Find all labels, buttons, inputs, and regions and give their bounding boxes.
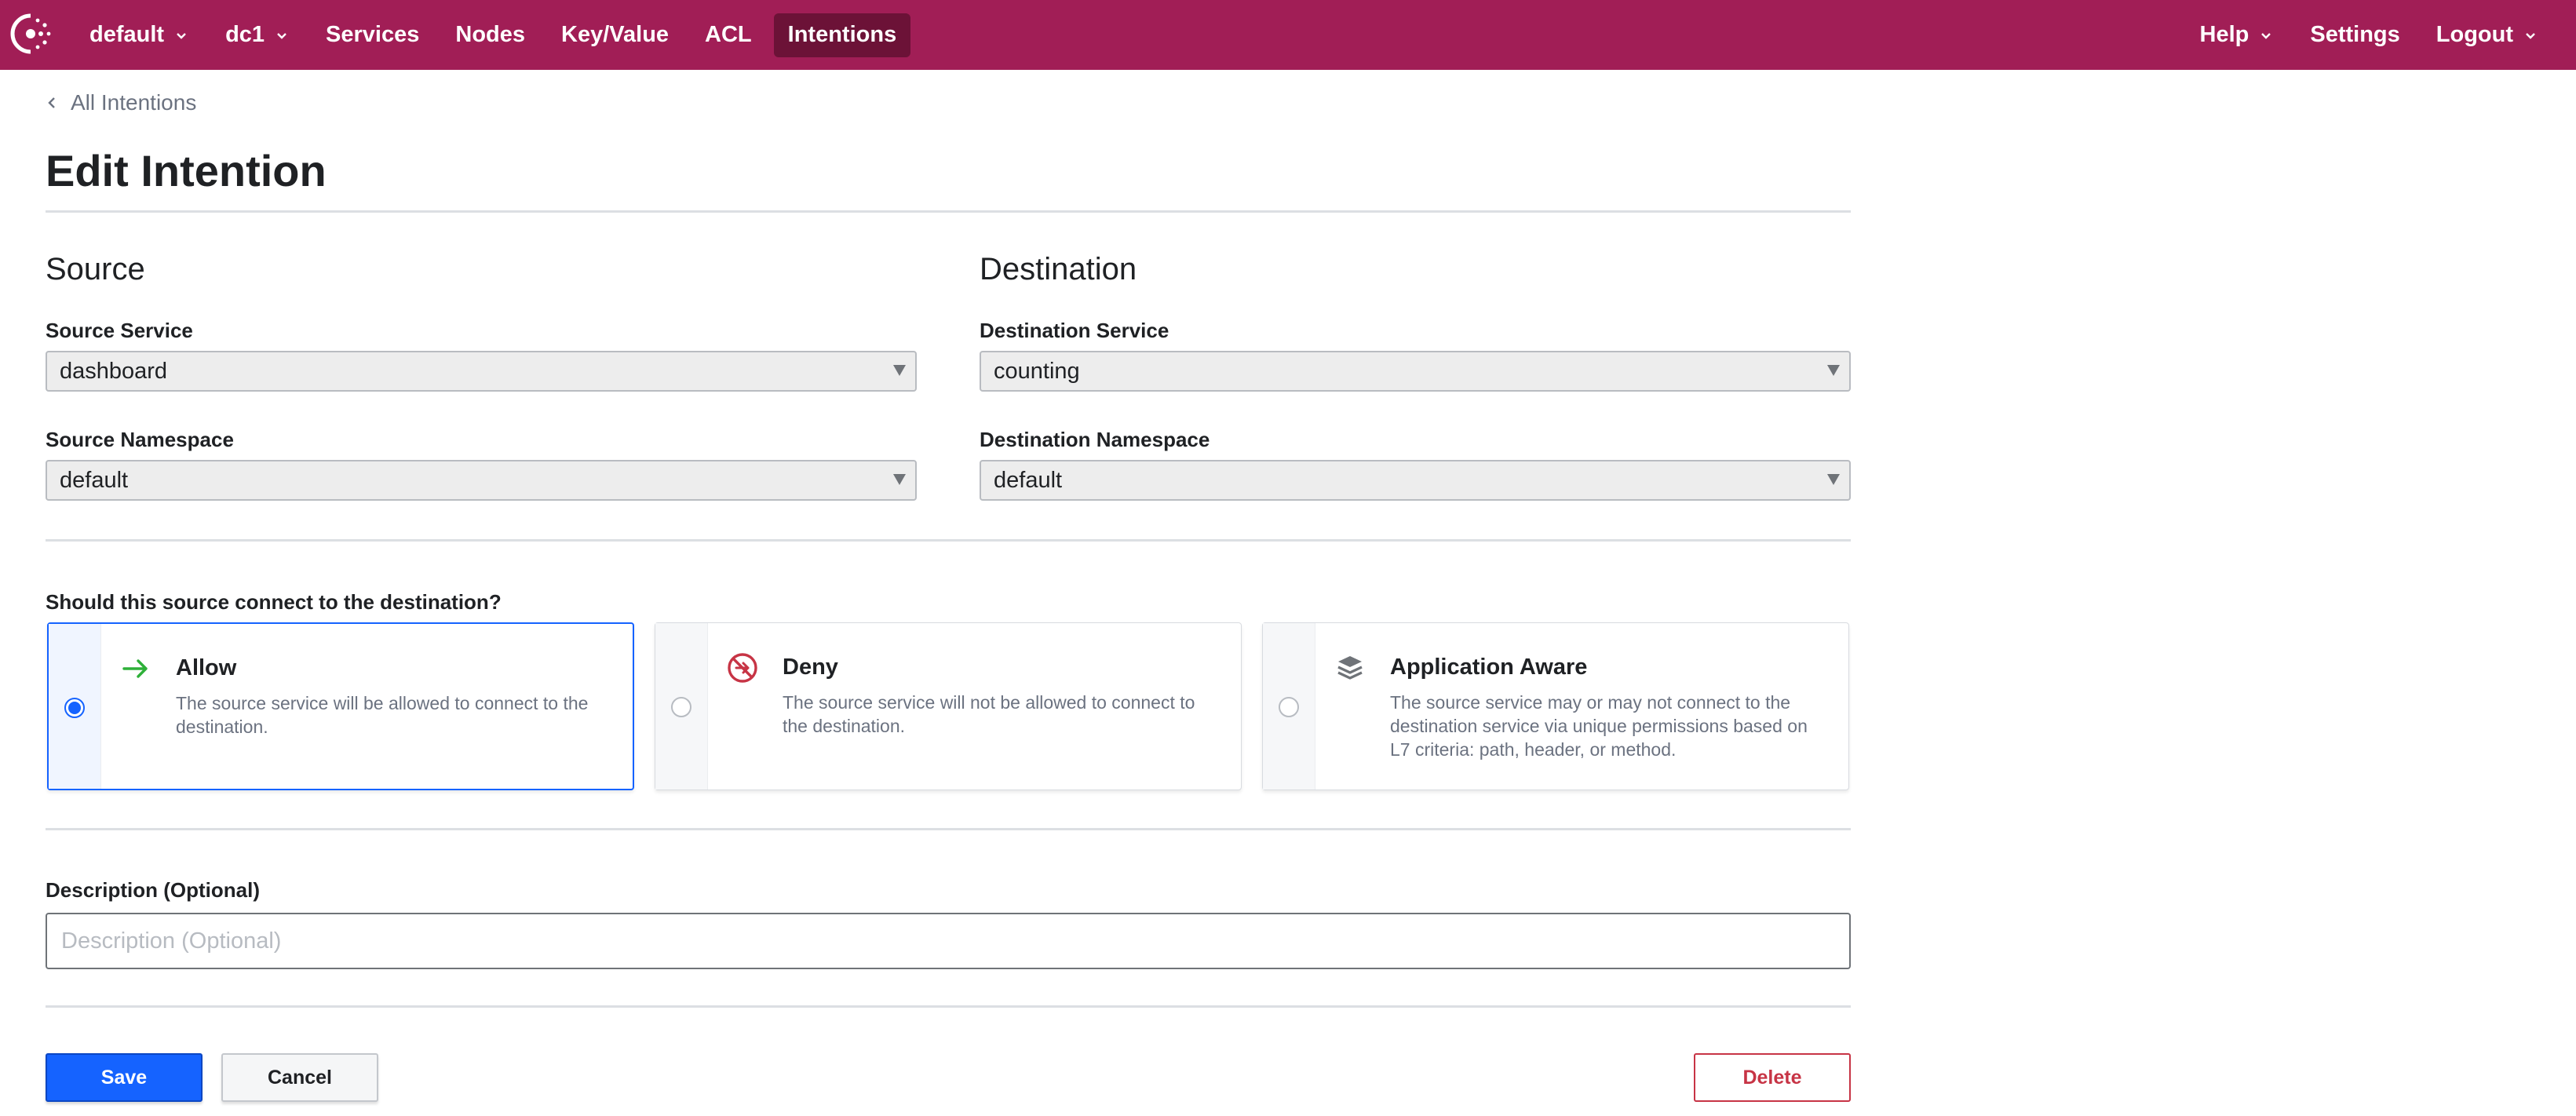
logout-label: Logout: [2436, 22, 2513, 47]
help-dropdown[interactable]: Help: [2186, 13, 2289, 57]
source-service-select[interactable]: dashboard: [46, 351, 917, 392]
chevron-left-icon: [48, 97, 55, 108]
title-divider: [46, 210, 1851, 213]
source-service-value: dashboard: [60, 358, 168, 384]
page-title: Edit Intention: [46, 146, 327, 195]
chevron-down-icon: [2526, 32, 2535, 39]
deny-icon: [728, 653, 757, 683]
application-aware-description: The source service may or may not connec…: [1390, 692, 1808, 760]
delete-button[interactable]: Delete: [1694, 1053, 1851, 1102]
namespace-dropdown[interactable]: default: [75, 13, 203, 57]
breadcrumb-all-intentions[interactable]: All Intentions: [46, 90, 196, 115]
consul-logo-icon[interactable]: [8, 11, 53, 57]
datacenter-label: dc1: [225, 22, 265, 47]
nav-key-value[interactable]: Key/Value: [547, 13, 683, 57]
action-deny-card[interactable]: Deny The source service will not be allo…: [655, 622, 1242, 790]
source-heading: Source: [46, 252, 145, 286]
chevron-down-icon: [2261, 32, 2271, 39]
logout-dropdown[interactable]: Logout: [2422, 13, 2552, 57]
application-aware-title: Application Aware: [1390, 655, 1588, 680]
destination-namespace-select[interactable]: default: [980, 460, 1851, 501]
section-divider: [46, 828, 1851, 830]
nav-intentions[interactable]: Intentions: [773, 13, 911, 57]
nav-settings[interactable]: Settings: [2296, 13, 2414, 57]
nav-services[interactable]: Services: [312, 13, 433, 57]
nav-nodes[interactable]: Nodes: [441, 13, 539, 57]
destination-service-label: Destination Service: [980, 319, 1169, 342]
section-divider: [46, 1005, 1851, 1008]
layers-icon: [1337, 656, 1363, 680]
description-input[interactable]: [46, 913, 1851, 969]
namespace-label: default: [89, 22, 165, 47]
chevron-down-icon: [277, 32, 286, 39]
source-namespace-value: default: [60, 467, 129, 493]
dropdown-arrow-icon: [1827, 365, 1840, 376]
dropdown-arrow-icon: [1827, 474, 1840, 485]
destination-namespace-label: Destination Namespace: [980, 428, 1210, 451]
datacenter-dropdown[interactable]: dc1: [211, 13, 304, 57]
application-aware-radio[interactable]: [1279, 697, 1299, 717]
save-button[interactable]: Save: [46, 1053, 203, 1102]
source-namespace-label: Source Namespace: [46, 428, 234, 451]
destination-heading: Destination: [980, 252, 1137, 286]
cancel-button[interactable]: Cancel: [221, 1053, 378, 1102]
allow-description: The source service will be allowed to co…: [176, 693, 589, 737]
action-application-aware-card[interactable]: Application Aware The source service may…: [1262, 622, 1849, 790]
deny-radio[interactable]: [671, 697, 691, 717]
breadcrumb-label: All Intentions: [71, 90, 197, 115]
dropdown-arrow-icon: [893, 474, 906, 485]
section-divider: [46, 539, 1851, 542]
allow-radio[interactable]: [64, 698, 85, 718]
destination-service-value: counting: [994, 358, 1080, 384]
deny-title: Deny: [783, 655, 838, 680]
action-question: Should this source connect to the destin…: [46, 590, 502, 614]
top-navigation: default dc1 Services Nodes Key/Value ACL…: [0, 0, 2576, 70]
dropdown-arrow-icon: [893, 365, 906, 376]
source-namespace-select[interactable]: default: [46, 460, 917, 501]
arrow-right-icon: [122, 659, 148, 678]
source-service-label: Source Service: [46, 319, 193, 342]
chevron-down-icon: [177, 32, 186, 39]
destination-namespace-value: default: [994, 467, 1063, 493]
allow-title: Allow: [176, 655, 237, 680]
description-label: Description (Optional): [46, 878, 260, 902]
help-label: Help: [2199, 22, 2249, 47]
nav-acl[interactable]: ACL: [691, 13, 766, 57]
destination-service-select[interactable]: counting: [980, 351, 1851, 392]
deny-description: The source service will not be allowed t…: [783, 692, 1195, 736]
action-allow-card[interactable]: Allow The source service will be allowed…: [47, 622, 634, 790]
